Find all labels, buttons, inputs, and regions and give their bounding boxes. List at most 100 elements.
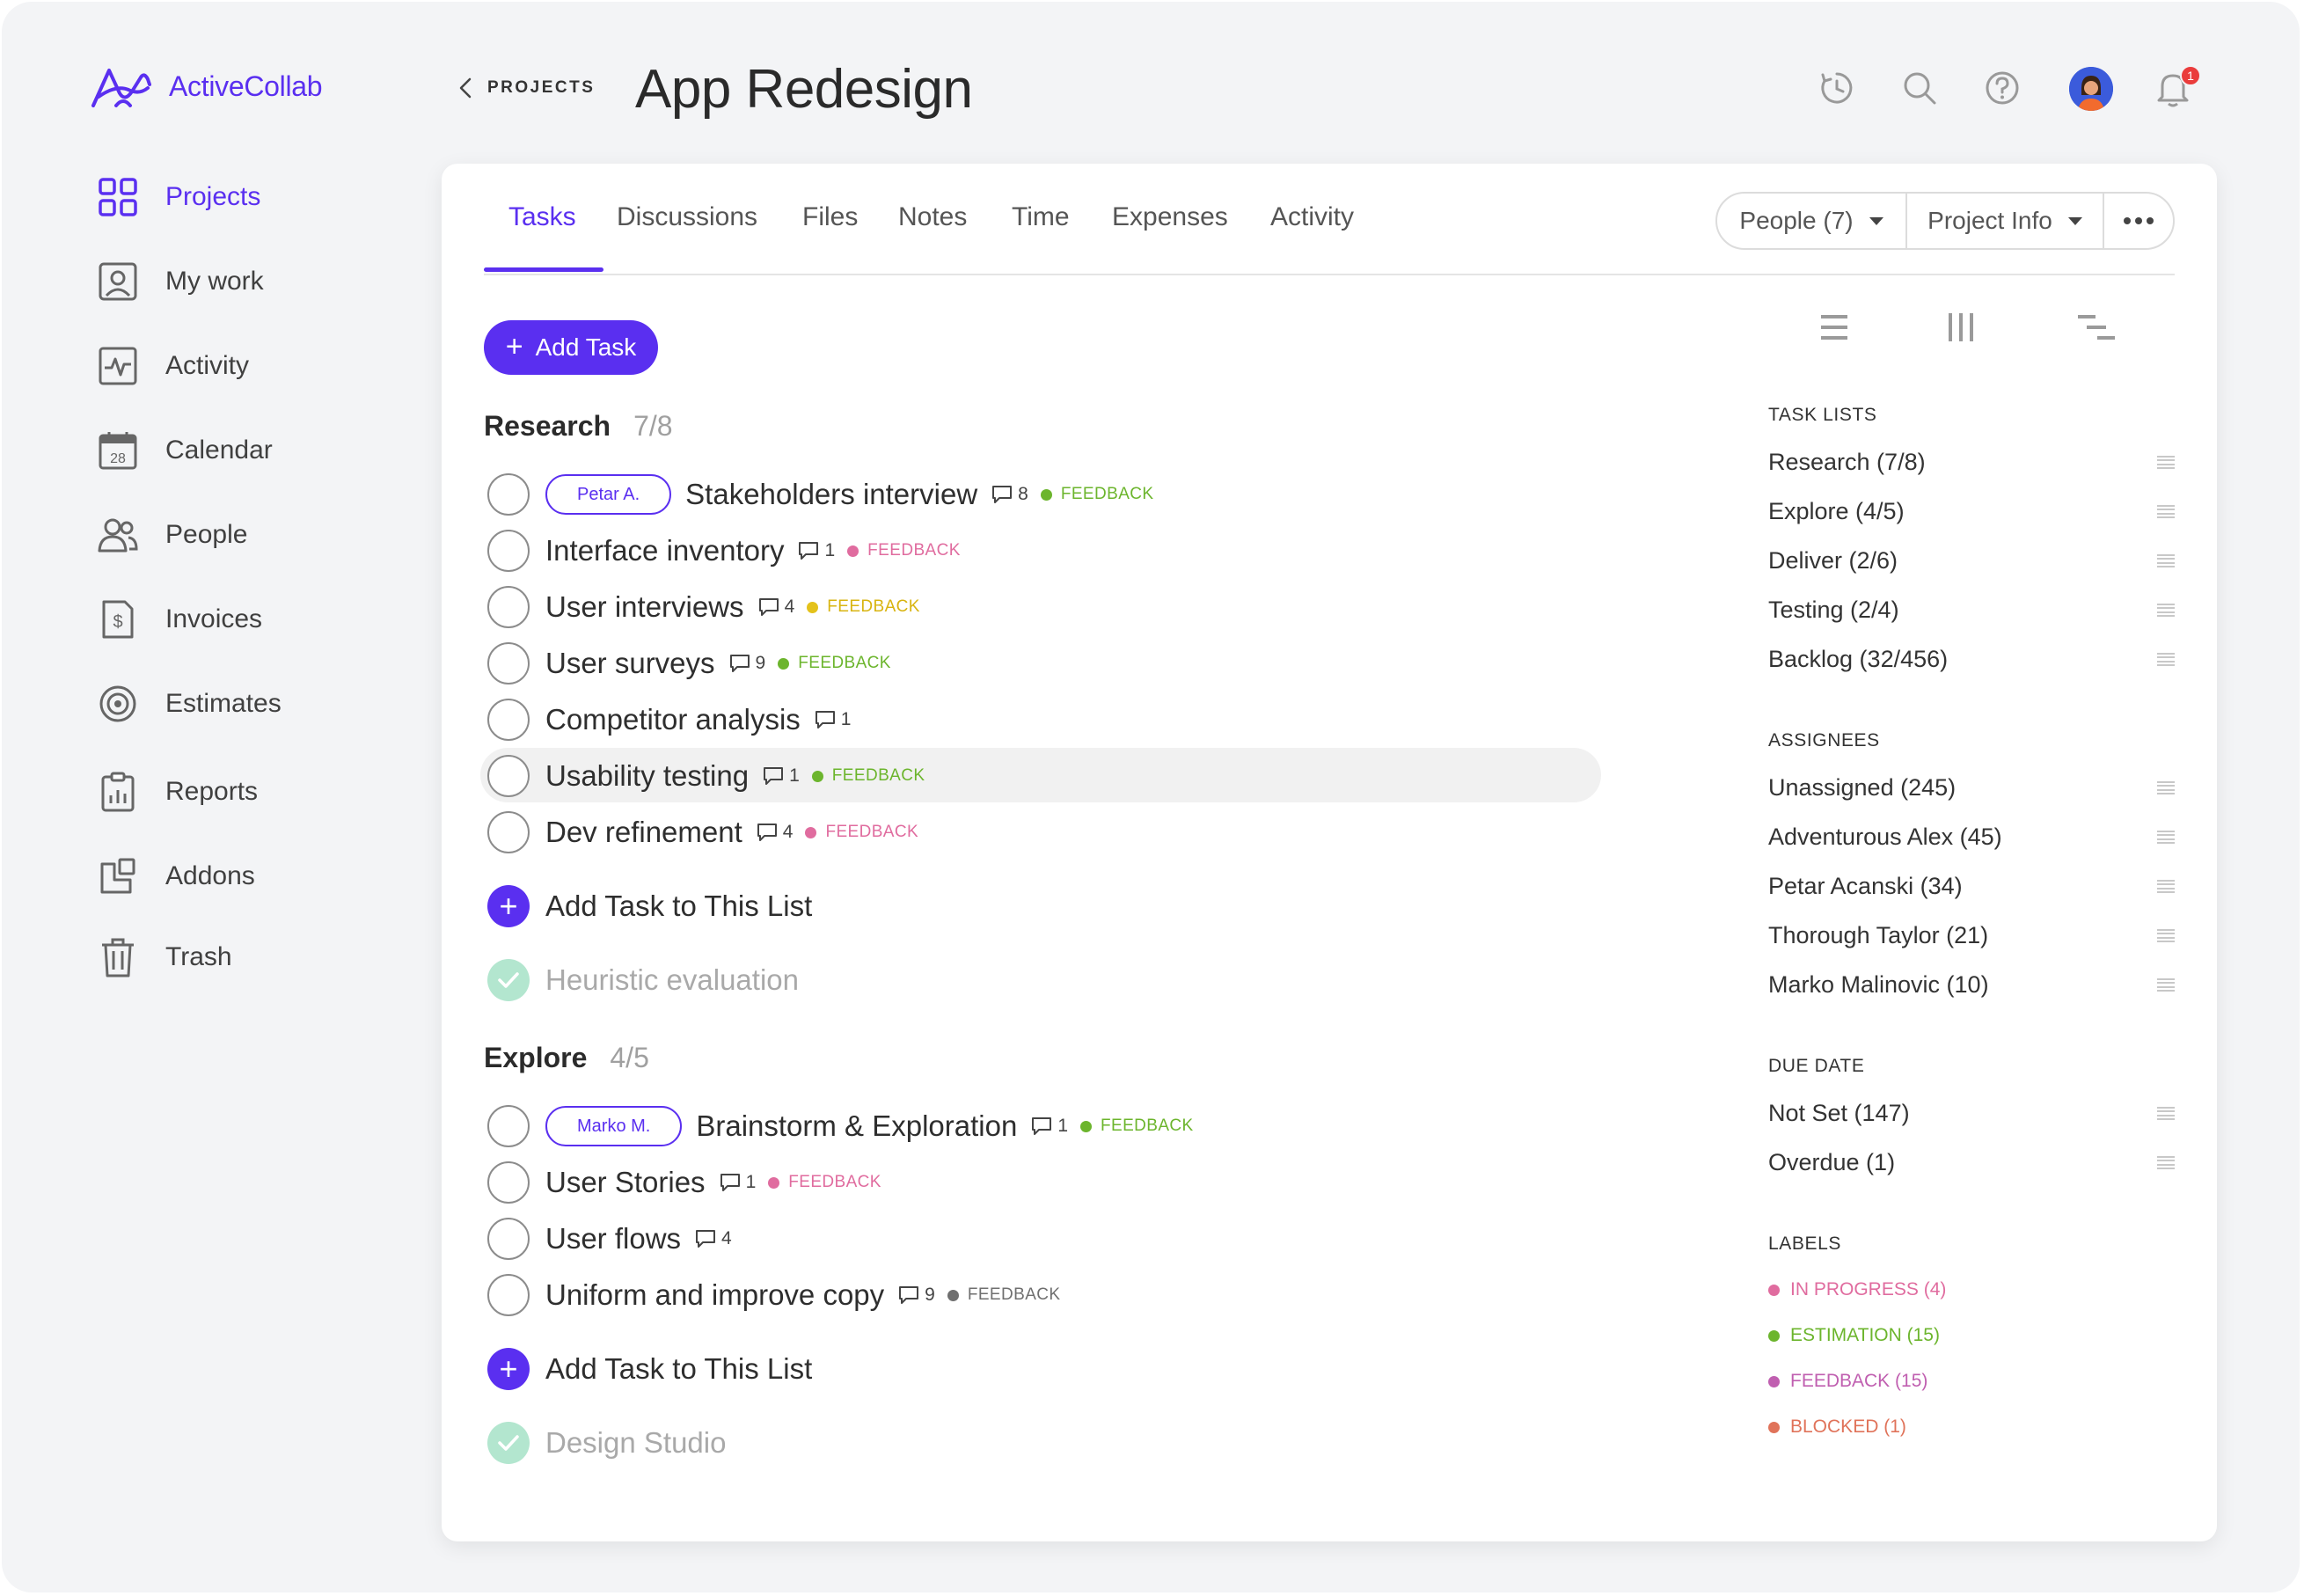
people-dropdown[interactable]: People (7) <box>1717 194 1907 248</box>
task-checkbox[interactable] <box>487 642 530 685</box>
tab-notes[interactable]: Notes <box>898 202 967 232</box>
task-row[interactable]: Competitor analysis 1 <box>487 693 851 746</box>
filter-assignee[interactable]: Adventurous Alex (45) <box>1768 824 2175 851</box>
filter-assignee[interactable]: Thorough Taylor (21) <box>1768 922 2175 949</box>
task-row[interactable]: User flows 4 <box>487 1212 732 1265</box>
task-row[interactable]: User surveys 9 FEEDBACK <box>487 637 891 690</box>
add-task-to-list-explore[interactable]: + Add Task to This List <box>487 1348 812 1390</box>
drag-handle-icon[interactable] <box>2157 829 2175 846</box>
task-row[interactable]: User interviews 4 FEEDBACK <box>487 581 920 633</box>
sidebar-item-addons[interactable]: Addons <box>97 855 255 897</box>
filter-task-list[interactable]: Backlog (32/456) <box>1768 646 2175 673</box>
check-circle-icon[interactable] <box>487 959 530 1001</box>
task-checkbox[interactable] <box>487 1218 530 1260</box>
filter-task-list[interactable]: Testing (2/4) <box>1768 597 2175 624</box>
task-label[interactable]: FEEDBACK <box>778 654 891 673</box>
task-checkbox[interactable] <box>487 1274 530 1316</box>
filter-task-list[interactable]: Deliver (2/6) <box>1768 547 2175 575</box>
filter-assignee[interactable]: Marko Malinovic (10) <box>1768 971 2175 999</box>
task-label[interactable]: FEEDBACK <box>807 597 920 617</box>
sidebar-item-people[interactable]: People <box>97 514 247 556</box>
task-row[interactable]: Petar A. Stakeholders interview 8 FEEDBA… <box>487 468 1153 521</box>
completed-task-row[interactable]: Heuristic evaluation <box>487 959 799 1001</box>
more-options-button[interactable] <box>2104 194 2173 248</box>
tab-expenses[interactable]: Expenses <box>1112 202 1228 232</box>
task-name[interactable]: Brainstorm & Exploration <box>696 1109 1017 1143</box>
task-row[interactable]: Marko M. Brainstorm & Exploration 1 FEED… <box>487 1100 1194 1153</box>
task-label[interactable]: FEEDBACK <box>811 766 925 786</box>
task-name[interactable]: Competitor analysis <box>545 703 801 736</box>
assignee-pill[interactable]: Petar A. <box>545 474 672 515</box>
sidebar-item-reports[interactable]: Reports <box>97 771 258 813</box>
task-label[interactable]: FEEDBACK <box>847 541 961 560</box>
sidebar-item-projects[interactable]: Projects <box>97 176 260 218</box>
check-circle-icon[interactable] <box>487 1422 530 1464</box>
task-name[interactable]: Interface inventory <box>545 534 784 567</box>
filter-label-in-progress[interactable]: IN PROGRESS (4) <box>1768 1279 1946 1300</box>
task-name[interactable]: Uniform and improve copy <box>545 1278 884 1312</box>
task-label[interactable]: FEEDBACK <box>805 823 918 842</box>
task-list-research-title[interactable]: Research 7/8 <box>484 410 673 443</box>
task-checkbox[interactable] <box>487 1105 530 1147</box>
filter-assignee[interactable]: Petar Acanski (34) <box>1768 873 2175 900</box>
task-label[interactable]: FEEDBACK <box>768 1173 881 1192</box>
project-info-dropdown[interactable]: Project Info <box>1907 194 2104 248</box>
filter-assignee[interactable]: Unassigned (245) <box>1768 774 2175 802</box>
notifications-button[interactable]: 1 <box>2155 65 2201 107</box>
task-name[interactable]: User surveys <box>545 647 715 680</box>
task-row[interactable]: User Stories 1 FEEDBACK <box>487 1156 881 1209</box>
tab-tasks[interactable]: Tasks <box>508 202 576 232</box>
sidebar-item-calendar[interactable]: 28 Calendar <box>97 429 273 472</box>
sidebar-item-activity[interactable]: Activity <box>97 345 249 387</box>
search-icon[interactable] <box>1902 70 1937 106</box>
task-row-hovered[interactable]: Usability testing 1 FEEDBACK <box>479 748 1603 802</box>
drag-handle-icon[interactable] <box>2157 927 2175 945</box>
brand-logo[interactable]: ActiveCollab <box>90 62 323 111</box>
task-checkbox[interactable] <box>487 473 530 516</box>
tab-activity[interactable]: Activity <box>1270 202 1354 232</box>
task-row[interactable]: Interface inventory 1 FEEDBACK <box>487 524 961 577</box>
drag-handle-icon[interactable] <box>2157 780 2175 797</box>
task-row[interactable]: Dev refinement 4 FEEDBACK <box>487 806 918 859</box>
task-name[interactable]: Dev refinement <box>545 816 742 849</box>
tab-time[interactable]: Time <box>1012 202 1070 232</box>
help-icon[interactable] <box>1985 70 2020 106</box>
avatar[interactable] <box>2069 67 2113 111</box>
task-checkbox[interactable] <box>487 586 530 628</box>
task-name[interactable]: Stakeholders interview <box>685 478 977 511</box>
task-row[interactable]: Uniform and improve copy 9 FEEDBACK <box>487 1269 1060 1321</box>
task-checkbox[interactable] <box>487 811 530 853</box>
task-name[interactable]: Usability testing <box>545 759 749 793</box>
time-tracker-icon[interactable] <box>1819 70 1854 106</box>
filter-label-feedback[interactable]: FEEDBACK (15) <box>1768 1371 1927 1392</box>
add-task-button[interactable]: + Add Task <box>484 320 658 375</box>
filter-due-date[interactable]: Not Set (147) <box>1768 1100 2175 1127</box>
sidebar-item-estimates[interactable]: Estimates <box>97 683 282 725</box>
list-view-icon[interactable] <box>1819 311 1849 343</box>
filter-label-blocked[interactable]: BLOCKED (1) <box>1768 1417 1906 1438</box>
drag-handle-icon[interactable] <box>2157 454 2175 472</box>
filter-task-list[interactable]: Explore (4/5) <box>1768 498 2175 525</box>
drag-handle-icon[interactable] <box>2157 651 2175 669</box>
tab-discussions[interactable]: Discussions <box>617 202 757 232</box>
column-view-icon[interactable] <box>1946 311 1976 343</box>
sidebar-item-invoices[interactable]: $ Invoices <box>97 598 262 641</box>
tab-files[interactable]: Files <box>802 202 858 232</box>
filter-due-date[interactable]: Overdue (1) <box>1768 1149 2175 1176</box>
task-list-explore-title[interactable]: Explore 4/5 <box>484 1042 649 1074</box>
assignee-pill[interactable]: Marko M. <box>545 1106 683 1146</box>
filter-task-list[interactable]: Research (7/8) <box>1768 449 2175 476</box>
completed-task-row[interactable]: Design Studio <box>487 1422 726 1464</box>
drag-handle-icon[interactable] <box>2157 503 2175 521</box>
add-task-to-list-research[interactable]: + Add Task to This List <box>487 885 812 927</box>
task-checkbox[interactable] <box>487 699 530 741</box>
drag-handle-icon[interactable] <box>2157 602 2175 619</box>
drag-handle-icon[interactable] <box>2157 1154 2175 1172</box>
filter-label-estimation[interactable]: ESTIMATION (15) <box>1768 1325 1940 1346</box>
breadcrumb[interactable]: PROJECTS <box>459 77 595 99</box>
task-label[interactable]: FEEDBACK <box>1040 485 1154 504</box>
drag-handle-icon[interactable] <box>2157 1105 2175 1123</box>
task-name[interactable]: User interviews <box>545 590 744 624</box>
drag-handle-icon[interactable] <box>2157 977 2175 994</box>
drag-handle-icon[interactable] <box>2157 878 2175 896</box>
